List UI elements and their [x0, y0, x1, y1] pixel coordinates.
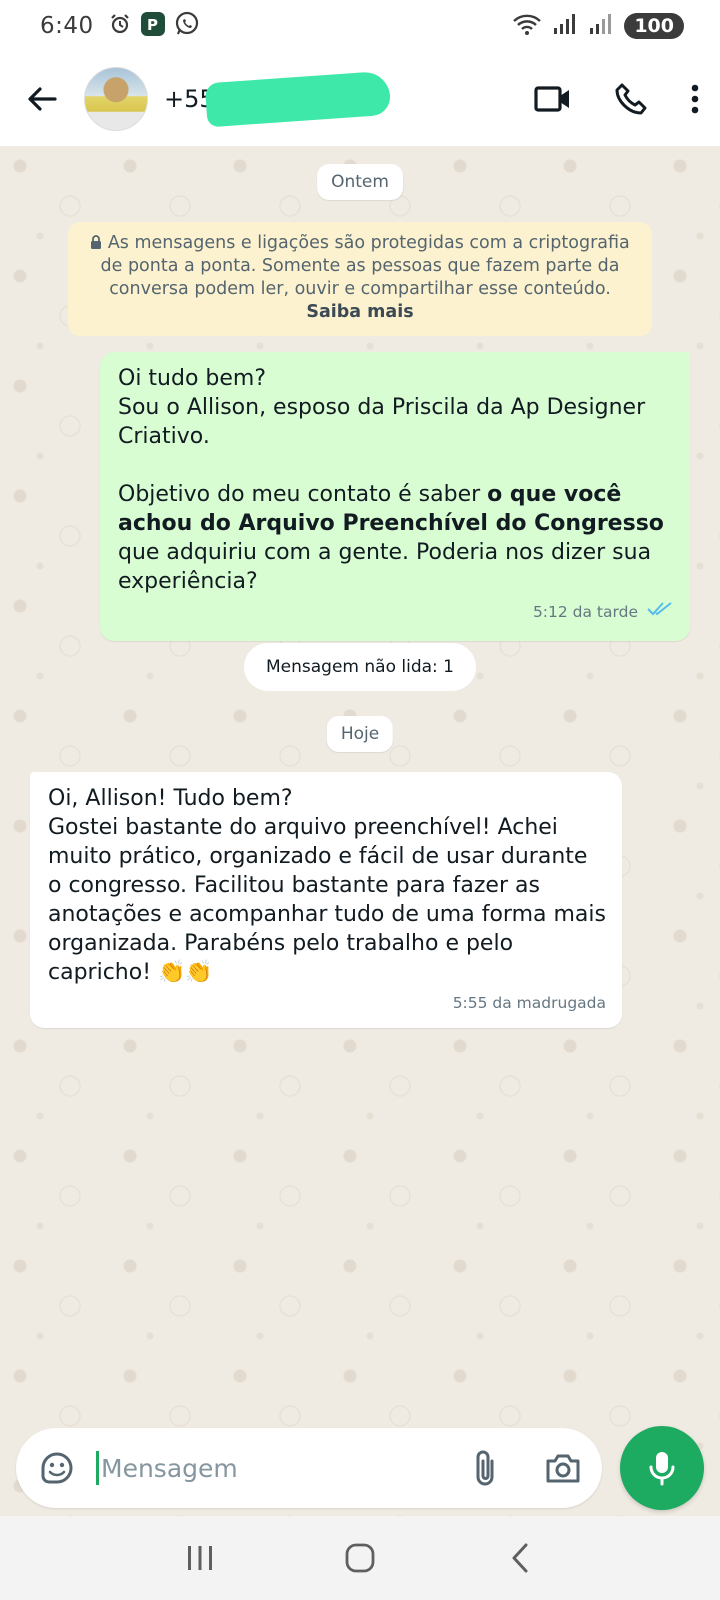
system-status: 100	[512, 12, 684, 40]
contact-avatar[interactable]	[84, 67, 148, 131]
app-notification-icon: P	[140, 11, 166, 41]
incoming-message-meta: 5:55 da madrugada	[48, 989, 606, 1018]
microphone-icon	[649, 1452, 675, 1486]
svg-text:P: P	[147, 16, 158, 34]
camera-button[interactable]	[544, 1451, 582, 1485]
msg-line-2: Sou o Allison, esposo da Priscila da Ap …	[118, 395, 653, 449]
back-button[interactable]	[22, 79, 62, 119]
wifi-icon	[512, 12, 542, 40]
outgoing-message-time: 5:12 da tarde	[532, 603, 638, 621]
voice-call-icon	[615, 83, 647, 115]
system-navigation-bar	[0, 1516, 720, 1600]
read-receipt-icon	[646, 598, 674, 627]
incoming-message-text: Oi, Allison! Tudo bem? Gostei bastante d…	[48, 786, 606, 985]
alarm-icon	[108, 12, 132, 40]
composer-actions	[472, 1449, 582, 1487]
video-call-button[interactable]	[534, 84, 572, 114]
msg-line-1: Oi tudo bem?	[118, 366, 267, 391]
redaction-mark	[204, 70, 392, 128]
outgoing-message-text: Oi tudo bem? Sou o Allison, esposo da Pr…	[118, 364, 674, 596]
msg-line-3-pre: Objetivo do meu contato é saber	[118, 482, 488, 507]
unread-messages-divider: Mensagem não lida: 1	[244, 643, 476, 691]
outgoing-message[interactable]: Oi tudo bem? Sou o Allison, esposo da Pr…	[100, 352, 690, 641]
video-call-icon	[534, 86, 569, 112]
message-input[interactable]	[96, 1451, 472, 1485]
voice-call-button[interactable]	[614, 82, 648, 116]
message-composer	[16, 1428, 602, 1508]
camera-icon	[546, 1454, 580, 1483]
back-chevron-icon	[512, 1543, 528, 1573]
more-options-button[interactable]	[690, 83, 700, 115]
attach-button[interactable]	[472, 1449, 498, 1487]
lock-icon	[90, 233, 108, 253]
status-bar: 6:40 P 100	[0, 0, 720, 52]
recent-apps-icon	[188, 1546, 212, 1570]
home-button[interactable]	[330, 1528, 390, 1588]
outgoing-message-meta: 5:12 da tarde	[118, 598, 674, 627]
sticker-icon	[41, 1452, 73, 1484]
paperclip-icon	[476, 1450, 494, 1486]
home-icon	[345, 1543, 375, 1573]
notification-icons: P	[108, 11, 200, 41]
status-time: 6:40	[40, 13, 94, 39]
back-nav-button[interactable]	[490, 1528, 550, 1588]
encryption-text: As mensagens e ligações são protegidas c…	[100, 233, 630, 299]
whatsapp-notification-icon	[174, 11, 200, 41]
incoming-message-time: 5:55 da madrugada	[452, 994, 606, 1012]
contact-name-wrapper[interactable]: +55	[164, 70, 392, 128]
emoji-sticker-button[interactable]	[38, 1449, 76, 1487]
battery-indicator: 100	[624, 13, 684, 39]
voice-message-button[interactable]	[620, 1426, 704, 1510]
date-divider-today: Hoje	[326, 716, 394, 752]
signal-icon-2	[588, 12, 614, 40]
date-divider-yesterday: Ontem	[317, 164, 403, 200]
more-options-icon	[691, 84, 699, 114]
chat-area[interactable]: Ontem As mensagens e ligações são proteg…	[0, 146, 720, 1516]
learn-more-link[interactable]: Saiba mais	[306, 302, 413, 322]
signal-icon-1	[552, 12, 578, 40]
back-arrow-icon	[28, 87, 57, 111]
incoming-message[interactable]: Oi, Allison! Tudo bem? Gostei bastante d…	[30, 772, 622, 1028]
header-actions	[534, 82, 700, 116]
chat-header: +55	[0, 52, 720, 146]
encryption-notice[interactable]: As mensagens e ligações são protegidas c…	[68, 222, 652, 336]
recent-apps-button[interactable]	[170, 1528, 230, 1588]
